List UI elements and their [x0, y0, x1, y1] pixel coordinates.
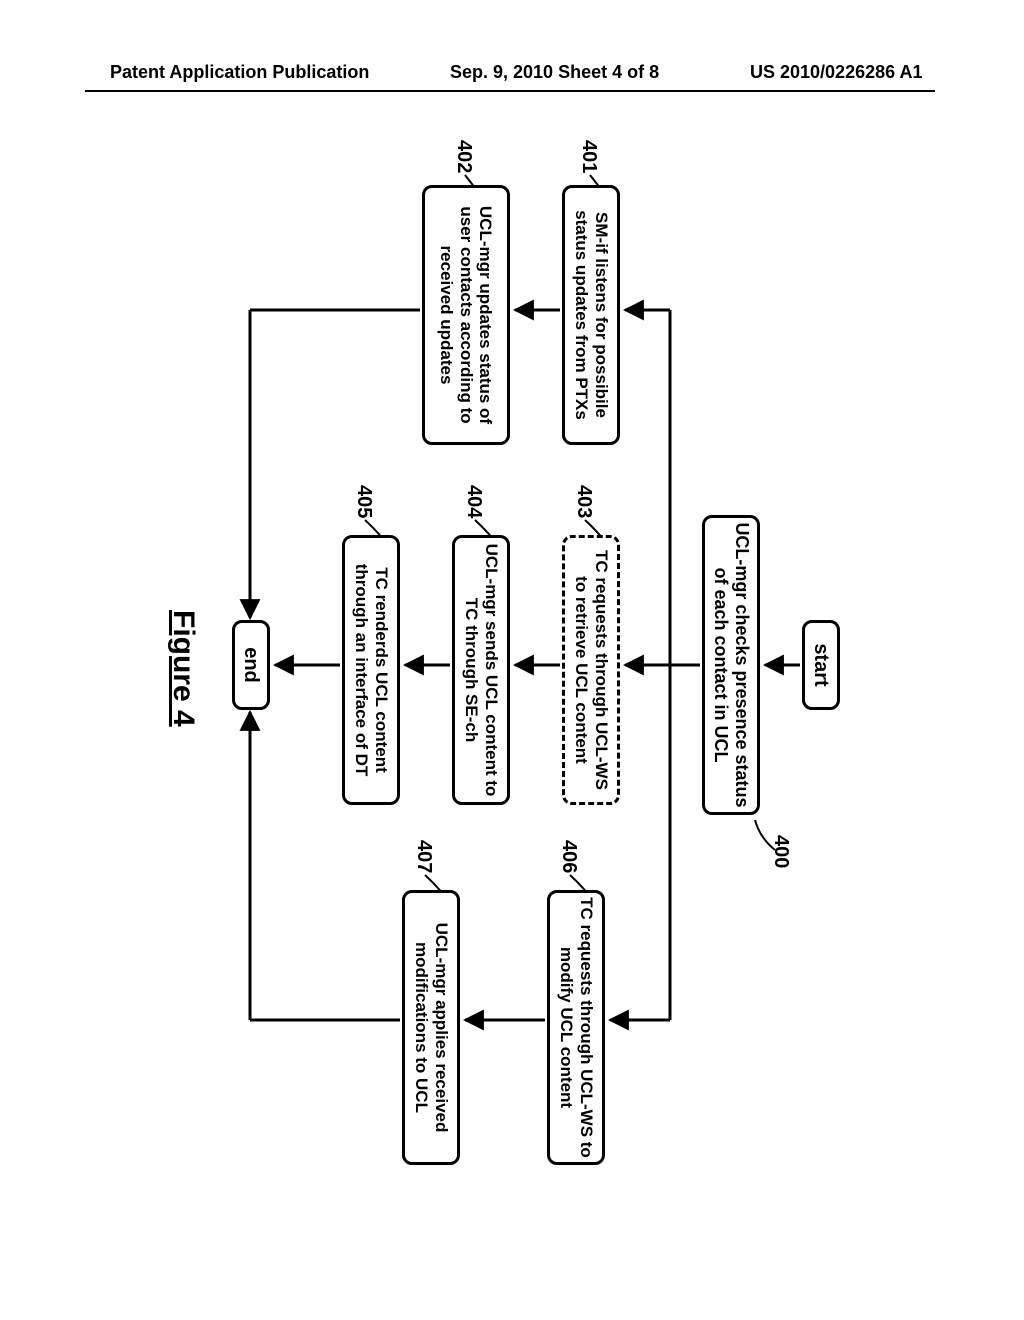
flow-step-403: TC requests through UCL-WS to retrieve U…: [562, 535, 620, 805]
flow-label-401: 401: [577, 140, 600, 173]
flow-step-400: UCL-mgr checks presence status of each c…: [702, 515, 760, 815]
flow-label-402: 402: [452, 140, 475, 173]
flow-step-407: UCL-mgr applies received modifications t…: [402, 890, 460, 1165]
flow-end: end: [232, 620, 270, 710]
flow-step-405: TC renderds UCL content through an inter…: [342, 535, 400, 805]
flow-step-401: SM-if listens for possibile status updat…: [562, 185, 620, 445]
flow-label-406: 406: [557, 840, 580, 873]
flow-start: start: [802, 620, 840, 710]
header-pubno: US 2010/0226286 A1: [750, 62, 922, 83]
header-rule: [85, 90, 935, 92]
flow-label-405: 405: [352, 485, 375, 518]
flow-label-407: 407: [412, 840, 435, 873]
flow-label-403: 403: [572, 485, 595, 518]
header-date-sheet: Sep. 9, 2010 Sheet 4 of 8: [450, 62, 659, 83]
header-publication: Patent Application Publication: [110, 62, 369, 83]
flow-step-402: UCL-mgr updates status of user contacts …: [422, 185, 510, 445]
flowchart: start UCL-mgr checks presence status of …: [0, 140, 860, 860]
flow-label-404: 404: [462, 485, 485, 518]
flow-step-406: TC requests through UCL-WS to modify UCL…: [547, 890, 605, 1165]
figure-title: Figure 4: [166, 610, 200, 727]
flow-label-400: 400: [769, 835, 792, 868]
flow-step-404: UCL-mgr sends UCL content to TC through …: [452, 535, 510, 805]
